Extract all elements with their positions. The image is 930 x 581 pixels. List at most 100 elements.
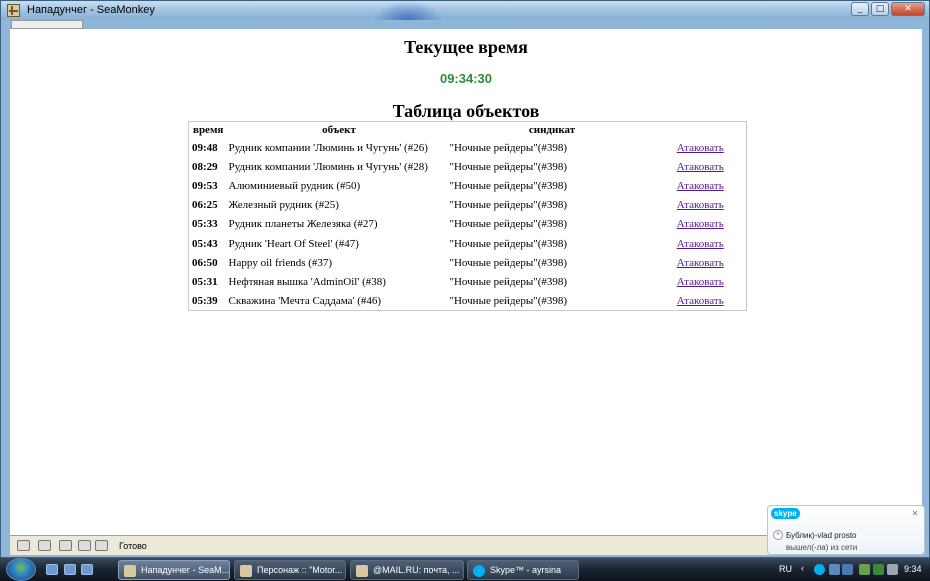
- row-syndicate: "Ночные рейдеры"(#398): [449, 275, 568, 288]
- row-time: 09:48: [192, 142, 218, 155]
- row-syndicate: "Ночные рейдеры"(#398): [449, 294, 568, 307]
- task-label: Персонаж :: "Motor...: [257, 565, 343, 575]
- column-header-time: время: [193, 124, 224, 137]
- browser-window: Нападунчег - SeaMonkey _ □ ✕ Текущее вре…: [0, 0, 930, 558]
- switch-windows-icon[interactable]: [81, 564, 93, 575]
- objects-table: время объект синдикат 09:48 Рудник компан…: [188, 121, 747, 311]
- status-text: Готово: [119, 541, 147, 551]
- column-header-action: [655, 122, 747, 139]
- row-syndicate: "Ночные рейдеры"(#398): [449, 256, 568, 269]
- attack-link[interactable]: Атаковать: [677, 218, 724, 230]
- row-time: 06:25: [192, 199, 218, 212]
- window-tray-icon[interactable]: [842, 564, 853, 575]
- row-action-cell: Атаковать: [655, 291, 747, 310]
- row-action-cell: Атаковать: [655, 158, 747, 177]
- row-object: Железный рудник (#25): [228, 199, 339, 212]
- row-action-cell: Атаковать: [655, 177, 747, 196]
- row-action-cell: Атаковать: [655, 196, 747, 215]
- taskbar-clock[interactable]: 9:34: [904, 564, 922, 574]
- task-seamonkey[interactable]: Нападунчег - SeaM...: [118, 560, 230, 580]
- language-indicator[interactable]: RU: [779, 564, 792, 574]
- address-book-icon[interactable]: [95, 540, 108, 551]
- attack-link[interactable]: Атаковать: [677, 276, 724, 288]
- task-mail[interactable]: @MAIL.RU: почта, ...: [350, 560, 464, 580]
- skype-tray-icon[interactable]: [814, 564, 825, 575]
- ie-quicklaunch-icon[interactable]: [46, 564, 58, 575]
- row-object: Нефтяная вышка 'AdminOil' (#38): [228, 275, 386, 288]
- table-row: 06:50 Happy oil friends (#37) "Ночные рейд…: [189, 253, 747, 272]
- table-header-row: время объект синдикат: [189, 122, 747, 139]
- attack-link[interactable]: Атаковать: [677, 142, 724, 154]
- seamonkey-icon: [240, 565, 252, 577]
- title-bar[interactable]: Нападунчег - SeaMonkey _ □ ✕: [1, 1, 929, 20]
- row-time: 05:43: [192, 237, 218, 250]
- seamonkey-icon: [124, 565, 136, 577]
- task-skype[interactable]: Skype™ - ayrsina: [467, 560, 579, 580]
- task-label: Skype™ - ayrsina: [490, 565, 562, 575]
- row-syndicate: "Ночные рейдеры"(#398): [449, 180, 568, 193]
- row-object: Рудник компании 'Люминь и Чугунь' (#28): [228, 161, 428, 174]
- start-button[interactable]: [6, 558, 36, 581]
- composer-icon[interactable]: [59, 540, 72, 551]
- column-header-syndicate: синдикат: [528, 124, 576, 137]
- table-row: 06:25 Железный рудник (#25) "Ночные рейдер…: [189, 196, 747, 215]
- chat-icon[interactable]: [78, 540, 91, 551]
- attack-link[interactable]: Атаковать: [677, 295, 724, 307]
- row-time: 05:39: [192, 294, 218, 307]
- chevron-left-icon[interactable]: ‹: [801, 563, 804, 573]
- skype-status-message: вышел(-ла) из сети: [786, 543, 858, 552]
- close-button[interactable]: ✕: [891, 2, 925, 16]
- attack-link[interactable]: Атаковать: [677, 180, 724, 192]
- row-object: Happy oil friends (#37): [228, 256, 333, 269]
- row-action-cell: Атаковать: [655, 253, 747, 272]
- navigator-icon[interactable]: [17, 540, 30, 551]
- row-syndicate: "Ночные рейдеры"(#398): [449, 218, 568, 231]
- attack-link[interactable]: Атаковать: [677, 238, 724, 250]
- minimize-button[interactable]: _: [851, 2, 869, 16]
- row-time: 09:53: [192, 180, 218, 193]
- table-row: 05:31 Нефтяная вышка 'AdminOil' (#38) "Ноч…: [189, 272, 747, 291]
- row-action-cell: Атаковать: [655, 234, 747, 253]
- table-row: 05:43 Рудник 'Heart Of Steel' (#47) "Ночны…: [189, 234, 747, 253]
- row-object: Рудник планеты Железяка (#27): [228, 218, 378, 231]
- table-row: 08:29 Рудник компании 'Люминь и Чугунь' (…: [189, 158, 747, 177]
- task-character[interactable]: Персонаж :: "Motor...: [234, 560, 346, 580]
- row-syndicate: "Ночные рейдеры"(#398): [449, 199, 568, 212]
- skype-contact-name: Бублик)-vlad prosto: [786, 531, 857, 540]
- mail-icon[interactable]: [38, 540, 51, 551]
- page-content: Текущее время 09:34:30 Таблица объектов …: [10, 29, 922, 535]
- task-label: Нападунчег - SeaM...: [141, 565, 230, 575]
- skype-logo: skype: [771, 508, 800, 519]
- volume-tray-icon[interactable]: [887, 564, 898, 575]
- objects-table-heading: Таблица объектов: [392, 101, 540, 121]
- display-tray-icon[interactable]: [829, 564, 840, 575]
- seamonkey-icon: [356, 565, 368, 577]
- table-row: 05:39 Скважина 'Мечта Саддама' (#46) "Ночн…: [189, 291, 747, 310]
- show-desktop-icon[interactable]: [64, 564, 76, 575]
- table-row: 09:53 Алюминиевый рудник (#50) "Ночные рей…: [189, 177, 747, 196]
- row-time: 05:33: [192, 218, 218, 231]
- attack-link[interactable]: Атаковать: [677, 257, 724, 269]
- row-syndicate: "Ночные рейдеры"(#398): [449, 142, 568, 155]
- window-title: Нападунчег - SeaMonkey: [27, 4, 155, 16]
- table-row: 09:48 Рудник компании 'Люминь и Чугунь' (…: [189, 139, 747, 158]
- tab-strip[interactable]: [11, 20, 83, 29]
- row-syndicate: "Ночные рейдеры"(#398): [449, 161, 568, 174]
- title-bar-glow: [373, 1, 443, 20]
- attack-link[interactable]: Атаковать: [677, 161, 724, 173]
- row-object: Алюминиевый рудник (#50): [228, 180, 361, 193]
- skype-icon: [473, 565, 485, 577]
- row-action-cell: Атаковать: [655, 215, 747, 234]
- table-row: 05:33 Рудник планеты Железяка (#27) "Ночны…: [189, 215, 747, 234]
- attack-link[interactable]: Атаковать: [677, 199, 724, 211]
- close-icon[interactable]: ✕: [910, 509, 920, 519]
- antivirus-tray-icon[interactable]: [873, 564, 884, 575]
- row-time: 06:50: [192, 256, 218, 269]
- skype-notification[interactable]: skype ✕ × Бублик)-vlad prosto вышел(-ла)…: [767, 505, 925, 555]
- app-icon: [7, 4, 20, 17]
- network-tray-icon[interactable]: [859, 564, 870, 575]
- maximize-button[interactable]: □: [871, 2, 889, 16]
- row-action-cell: Атаковать: [655, 272, 747, 291]
- row-time: 05:31: [192, 275, 218, 288]
- row-action-cell: Атаковать: [655, 139, 747, 158]
